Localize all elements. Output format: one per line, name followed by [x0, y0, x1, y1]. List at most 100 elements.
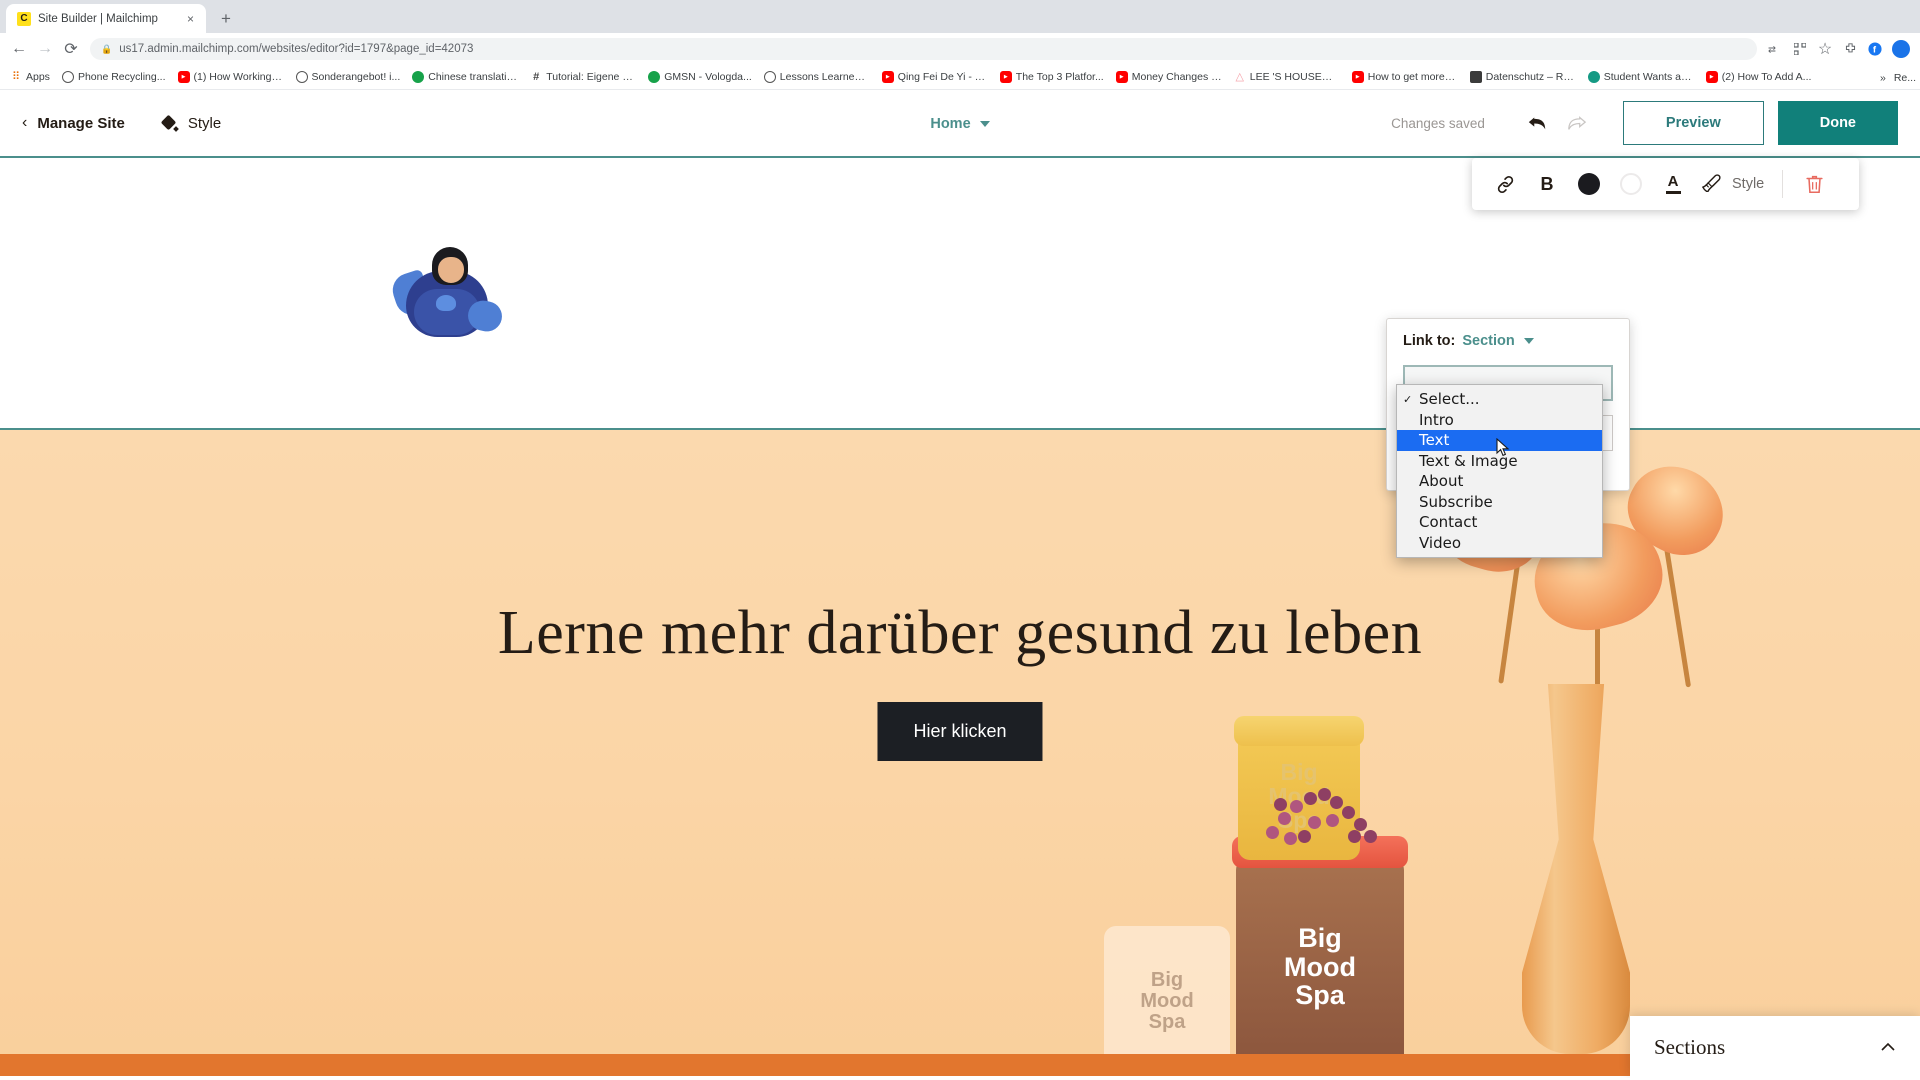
qr-icon[interactable] [1788, 37, 1812, 61]
bookmark-item[interactable]: How to get more v... [1346, 67, 1464, 88]
bookmark-item[interactable]: The Top 3 Platfor... [994, 67, 1110, 88]
figure-face [438, 257, 464, 283]
bookmark-label: LEE 'S HOUSE—... [1249, 71, 1340, 83]
hash-icon: # [533, 70, 540, 83]
page-selector-label: Home [930, 116, 971, 132]
youtube-icon [1115, 71, 1128, 83]
bookmark-item[interactable]: # Tutorial: Eigene Fa... [524, 67, 642, 88]
bookmark-item[interactable]: Chinese translatio... [406, 67, 524, 88]
browser-toolbar: ← → ⟳ 🔒 us17.admin.mailchimp.com/website… [0, 33, 1920, 65]
forward-icon[interactable]: → [32, 36, 58, 62]
sprig-dot [1274, 798, 1287, 811]
jar-line: Mood [1284, 951, 1356, 982]
chevron-down-icon [979, 121, 990, 127]
bookmark-item[interactable]: (2) How To Add A... [1700, 67, 1818, 88]
sprig-dot [1290, 800, 1303, 813]
dropdown-option[interactable]: Contact [1397, 512, 1602, 533]
bold-button[interactable]: B [1526, 163, 1568, 205]
outline-circle-icon[interactable] [1610, 163, 1652, 205]
youtube-icon [881, 71, 894, 83]
dropdown-option-label: Text [1419, 431, 1450, 450]
sprig-dot [1330, 796, 1343, 809]
extensions-icon[interactable] [1838, 37, 1862, 61]
product-jar-main: Big Mood Spa [1236, 858, 1404, 1076]
hero-section[interactable]: Big Mood Spa Big Mood Spa Big Mood Spa L… [0, 430, 1920, 1076]
page-selector[interactable]: Home [930, 116, 990, 132]
bookmark-item[interactable]: Phone Recycling... [56, 67, 172, 88]
reading-list-label: Re... [1893, 71, 1916, 84]
toolbar-actions: ⇄ ☆ f [1763, 37, 1914, 61]
style-button[interactable]: Style [161, 115, 221, 132]
link-to-row[interactable]: Link to: Section [1403, 333, 1613, 349]
bookmark-item[interactable]: Qing Fei De Yi - Y... [876, 67, 994, 88]
dropdown-option[interactable]: Video [1397, 533, 1602, 554]
dropdown-option[interactable]: Intro [1397, 410, 1602, 431]
translate-icon[interactable]: ⇄ [1763, 37, 1787, 61]
sections-panel[interactable]: Sections [1630, 1016, 1920, 1078]
save-status: Changes saved [1391, 115, 1485, 131]
chevron-down-icon[interactable] [1523, 338, 1534, 344]
facebook-icon[interactable]: f [1863, 37, 1887, 61]
bookmark-item[interactable]: GMSN - Vologda... [642, 67, 758, 88]
link-to-label: Link to: [1403, 333, 1456, 349]
app-header: ‹ Manage Site Style Home Changes saved P… [0, 90, 1920, 158]
bookmark-item[interactable]: Datenschutz – Re... [1464, 67, 1582, 88]
chevron-up-icon[interactable] [1880, 1039, 1896, 1056]
dropdown-option-label: Select... [1419, 390, 1480, 409]
jar-line: Spa [1295, 980, 1345, 1011]
bookmark-item[interactable]: ⠿ Apps [4, 67, 56, 88]
close-icon[interactable]: × [183, 11, 198, 26]
manage-site-button[interactable]: ‹ Manage Site [22, 114, 125, 132]
bookmark-label: How to get more v... [1367, 71, 1458, 83]
dropdown-option[interactable]: About [1397, 471, 1602, 492]
bookmark-label: Chinese translatio... [428, 71, 519, 83]
done-button[interactable]: Done [1777, 101, 1898, 145]
browser-tab[interactable]: C Site Builder | Mailchimp × [6, 4, 206, 33]
dropdown-option-label: Video [1419, 533, 1462, 552]
o2-icon [61, 71, 74, 83]
chevron-left-icon: ‹ [22, 114, 28, 131]
dropdown-option-label: About [1419, 472, 1464, 491]
dropdown-option[interactable]: ✓ Select... [1397, 389, 1602, 410]
youtube-icon [177, 71, 190, 83]
reload-icon[interactable]: ⟳ [58, 36, 84, 62]
bookmark-item[interactable]: Money Changes E... [1110, 67, 1228, 88]
dark-icon [1469, 71, 1482, 83]
dropdown-option-label: Intro [1419, 410, 1454, 429]
bookmark-label: Student Wants an... [1603, 71, 1694, 83]
redo-arrow-icon[interactable] [1557, 103, 1597, 143]
header-left-group: ‹ Manage Site Style [22, 114, 221, 132]
style-picker-button[interactable]: Style [1694, 171, 1772, 197]
filled-circle-icon[interactable] [1568, 163, 1610, 205]
bookmarks-overflow[interactable]: » Re... [1873, 65, 1916, 89]
trash-icon[interactable] [1793, 163, 1835, 205]
bookmark-star-icon[interactable]: ☆ [1813, 37, 1837, 61]
dropdown-option[interactable]: Subscribe [1397, 492, 1602, 513]
section-dropdown-list[interactable]: ✓ Select... Intro Text Text & Image About Subs… [1396, 384, 1603, 558]
bookmark-item[interactable]: (1) How Working a... [172, 67, 290, 88]
svg-text:⇄: ⇄ [1768, 45, 1776, 56]
cartoon-superhero-logo[interactable] [388, 245, 505, 341]
bookmark-label: The Top 3 Platfor... [1015, 71, 1104, 83]
undo-arrow-icon[interactable] [1517, 103, 1557, 143]
header-right-group: Changes saved Preview Done [1391, 101, 1898, 145]
profile-avatar[interactable] [1892, 40, 1910, 58]
apps-grid-icon: ⠿ [11, 70, 21, 83]
new-tab-button[interactable]: + [212, 4, 240, 32]
sprig-dot [1304, 792, 1317, 805]
address-bar[interactable]: 🔒 us17.admin.mailchimp.com/websites/edit… [90, 38, 1757, 60]
mouse-cursor [1496, 438, 1510, 457]
jar-line: Big [1280, 758, 1318, 785]
bookmark-label: Lessons Learned f... [779, 71, 870, 83]
text-color-button[interactable]: A [1652, 163, 1694, 205]
bookmark-item[interactable]: Student Wants an... [1582, 67, 1700, 88]
preview-button[interactable]: Preview [1622, 101, 1764, 145]
bookmark-item[interactable]: △ LEE 'S HOUSE—... [1228, 67, 1346, 88]
link-icon[interactable] [1484, 163, 1526, 205]
bookmark-item[interactable]: Lessons Learned f... [758, 67, 876, 88]
back-icon[interactable]: ← [6, 36, 32, 62]
bookmark-item[interactable]: Sonderangebot! i... [290, 67, 407, 88]
hero-heading[interactable]: Lerne mehr darüber gesund zu leben [0, 598, 1920, 669]
hero-cta-button[interactable]: Hier klicken [877, 702, 1043, 761]
sprig-dot [1326, 814, 1339, 827]
